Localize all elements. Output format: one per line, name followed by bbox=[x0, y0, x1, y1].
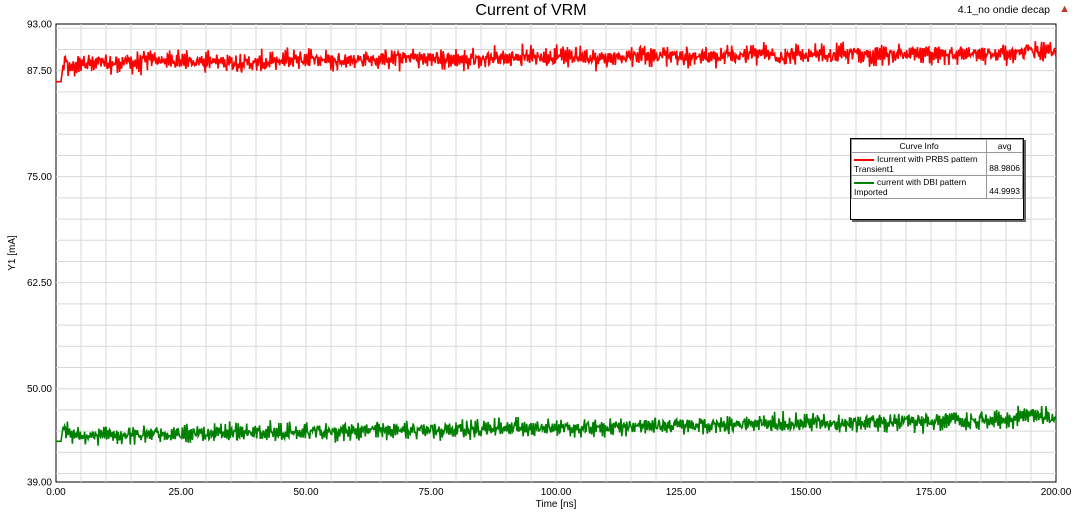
y-tick-label: 62.50 bbox=[27, 278, 52, 289]
y-tick-label: 93.00 bbox=[27, 20, 52, 31]
legend-swatch-red bbox=[854, 158, 874, 161]
x-tick-label: 75.00 bbox=[418, 487, 443, 498]
chart-svg: Current of VRM 0.00 25.00 50.00 75.00 100.00… bbox=[7, 2, 1072, 510]
x-tick-label: 150.00 bbox=[791, 487, 822, 498]
legend-header-info: Curve Info bbox=[850, 139, 988, 153]
legend-swatch-green bbox=[854, 181, 874, 184]
legend-series-source: Imported bbox=[854, 187, 888, 197]
chart-title: Current of VRM bbox=[475, 2, 586, 19]
y-axis-label: Y1 [mA] bbox=[7, 235, 18, 271]
legend-series-name: Icurrent with PRBS pattern bbox=[877, 154, 978, 164]
y-tick-label: 75.00 bbox=[27, 172, 52, 183]
legend-row[interactable]: Icurrent with PRBS pattern Transient1 88… bbox=[850, 152, 1023, 176]
curve-info-legend[interactable]: Curve Info avg Icurrent with PRBS patter… bbox=[850, 138, 1024, 220]
x-tick-label: 0.00 bbox=[46, 487, 66, 498]
grid bbox=[56, 24, 1056, 482]
x-axis-label: Time [ns] bbox=[536, 499, 577, 510]
legend-series-source: Transient1 bbox=[854, 164, 894, 174]
y-tick-label: 39.00 bbox=[27, 478, 52, 489]
x-tick-label: 125.00 bbox=[666, 487, 697, 498]
x-tick-label: 200.00 bbox=[1041, 487, 1072, 498]
y-tick-label: 50.00 bbox=[27, 384, 52, 395]
x-tick-label: 175.00 bbox=[916, 487, 947, 498]
legend-avg-value: 44.9993 bbox=[986, 175, 1023, 199]
legend-header-avg: avg bbox=[986, 139, 1023, 153]
design-label: 4.1_no ondie decap bbox=[957, 4, 1050, 16]
y-tick-label: 87.50 bbox=[27, 66, 52, 77]
x-tick-label: 100.00 bbox=[541, 487, 572, 498]
ansys-logo-icon: ▲ bbox=[1059, 3, 1070, 15]
legend-row[interactable]: current with DBI pattern Imported 44.999… bbox=[850, 175, 1023, 199]
x-tick-label: 50.00 bbox=[293, 487, 318, 498]
legend-series-name: current with DBI pattern bbox=[877, 177, 967, 187]
x-tick-label: 25.00 bbox=[168, 487, 193, 498]
legend-avg-value: 88.9806 bbox=[986, 152, 1023, 176]
